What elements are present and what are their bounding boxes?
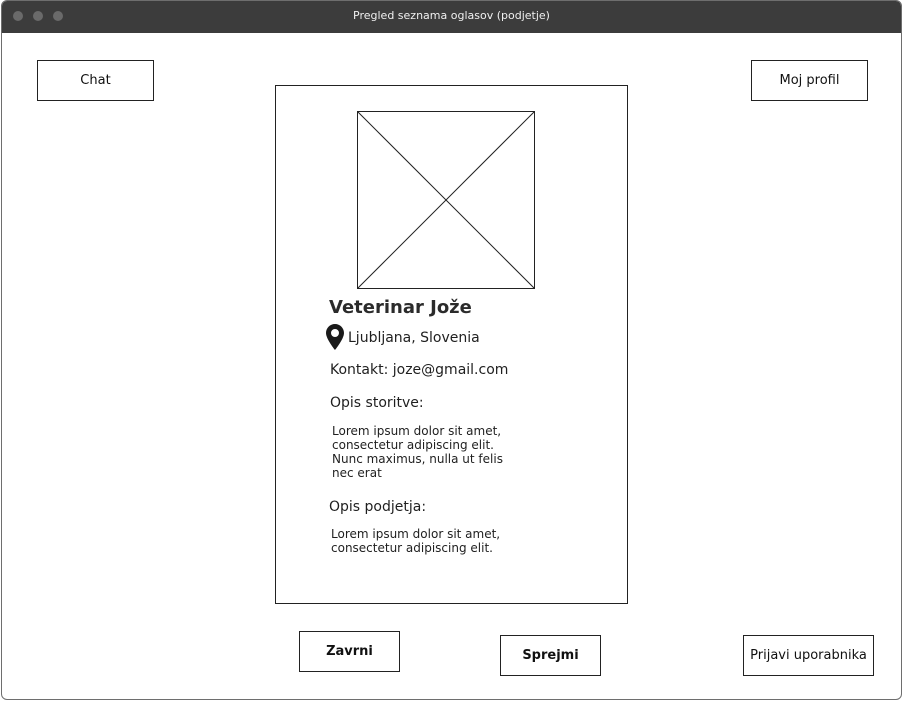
- company-description-text: Lorem ipsum dolor sit amet, consectetur …: [331, 527, 501, 555]
- listing-card: Veterinar Jože Ljubljana, Slovenia Konta…: [275, 85, 628, 604]
- accept-button[interactable]: Sprejmi: [500, 635, 601, 676]
- service-description-text: Lorem ipsum dolor sit amet, consectetur …: [332, 424, 503, 480]
- image-placeholder: [357, 111, 535, 289]
- report-user-button[interactable]: Prijavi uporabnika: [743, 635, 874, 676]
- company-description-label: Opis podjetja:: [329, 499, 427, 515]
- listing-name: Veterinar Jože: [329, 297, 472, 318]
- listing-contact: Kontakt: joze@gmail.com: [330, 362, 509, 378]
- window-title: Pregled seznama oglasov (podjetje): [353, 9, 550, 22]
- service-description-label: Opis storitve:: [330, 395, 424, 411]
- my-profile-button[interactable]: Moj profil: [751, 60, 868, 101]
- title-bar: Pregled seznama oglasov (podjetje): [2, 1, 901, 33]
- reject-button[interactable]: Zavrni: [299, 631, 400, 672]
- chat-button[interactable]: Chat: [37, 60, 154, 101]
- location-pin-icon: [326, 324, 344, 350]
- listing-location: Ljubljana, Slovenia: [348, 330, 480, 346]
